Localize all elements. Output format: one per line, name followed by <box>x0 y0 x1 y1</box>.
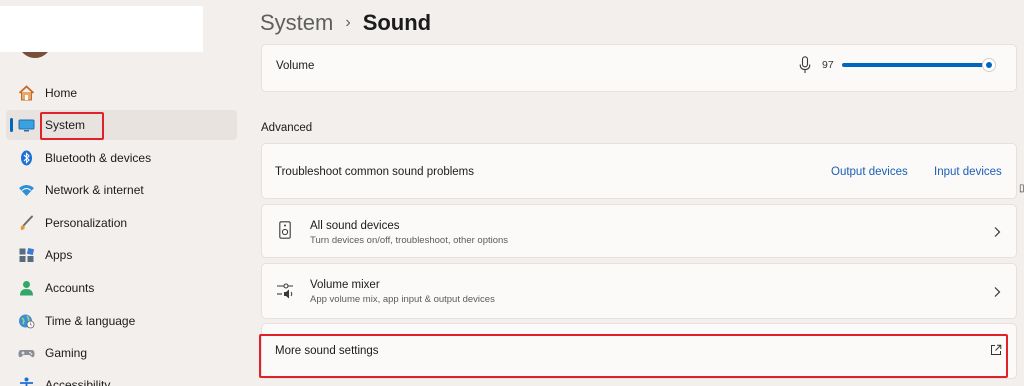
sidebar-item-label: Personalization <box>45 216 128 230</box>
volume-mixer-title: Volume mixer <box>310 279 380 291</box>
volume-slider-thumb[interactable] <box>982 58 996 72</box>
volume-value: 97 <box>822 59 834 71</box>
sidebar-item-accessibility[interactable]: Accessibility <box>6 370 237 386</box>
more-sound-settings-highlight-box <box>259 334 1008 378</box>
bluetooth-icon <box>21 150 32 166</box>
sidebar-item-label: Network & internet <box>45 183 144 197</box>
brush-icon <box>20 215 33 230</box>
volume-slider-track[interactable] <box>842 63 989 67</box>
troubleshoot-card: Troubleshoot common sound problems Outpu… <box>261 143 1017 199</box>
selection-indicator <box>10 118 13 132</box>
sidebar-item-time-language[interactable]: Time & language <box>6 306 237 336</box>
wifi-icon <box>19 185 34 196</box>
speaker-icon <box>279 221 291 239</box>
breadcrumb-separator: › <box>345 14 351 31</box>
all-sound-devices-subtitle: Turn devices on/off, troubleshoot, other… <box>310 235 509 246</box>
mixer-icon <box>277 283 293 299</box>
volume-card: Volume <box>261 44 1017 92</box>
sidebar-item-label: Home <box>45 86 78 100</box>
advanced-heading: Advanced <box>261 122 313 134</box>
sidebar-item-label: Time & language <box>45 314 136 328</box>
input-devices-link[interactable]: Input devices <box>934 166 1002 178</box>
output-devices-link[interactable]: Output devices <box>831 166 908 178</box>
sidebar-item-gaming[interactable]: Gaming <box>6 338 237 368</box>
troubleshoot-title: Troubleshoot common sound problems <box>275 166 475 178</box>
volume-mixer-subtitle: App volume mix, app input & output devic… <box>310 294 495 305</box>
system-highlight-box <box>40 112 104 140</box>
sidebar-item-accounts[interactable]: Accounts <box>6 273 237 303</box>
home-icon <box>18 85 35 101</box>
monitor-icon <box>18 119 35 132</box>
sidebar-item-label: Bluetooth & devices <box>45 151 152 165</box>
cursor-mark: ▯ <box>1019 183 1024 194</box>
sidebar-item-bluetooth[interactable]: Bluetooth & devices <box>6 143 237 173</box>
sidebar-item-label: Gaming <box>45 346 88 360</box>
globe-clock-icon <box>19 314 35 329</box>
accessibility-icon <box>20 377 33 386</box>
profile-redaction <box>0 6 203 52</box>
apps-icon <box>19 247 35 262</box>
sidebar-item-home[interactable]: Home <box>6 78 237 108</box>
all-sound-devices-card[interactable]: All sound devices Turn devices on/off, t… <box>261 204 1017 258</box>
sidebar-item-apps[interactable]: Apps <box>6 240 237 270</box>
person-icon <box>20 281 33 296</box>
volume-label: Volume <box>276 60 315 72</box>
sidebar-item-label: Apps <box>45 248 73 262</box>
sidebar-item-label: Accessibility <box>45 378 111 386</box>
all-sound-devices-title: All sound devices <box>310 220 400 232</box>
sidebar: Home System Bluetooth & devices Network … <box>0 0 245 386</box>
chevron-right-icon <box>994 227 1001 237</box>
sidebar-item-label: Accounts <box>45 281 95 295</box>
chevron-right-icon <box>994 287 1001 297</box>
sidebar-item-personalization[interactable]: Personalization <box>6 208 237 238</box>
volume-mixer-card[interactable]: Volume mixer App volume mix, app input &… <box>261 263 1017 319</box>
microphone-icon[interactable] <box>799 56 811 74</box>
breadcrumb: System › Sound <box>260 8 431 38</box>
sidebar-item-network[interactable]: Network & internet <box>6 175 237 205</box>
gamepad-icon <box>18 350 35 358</box>
page-title: Sound <box>362 10 432 35</box>
breadcrumb-parent[interactable]: System <box>260 10 333 36</box>
